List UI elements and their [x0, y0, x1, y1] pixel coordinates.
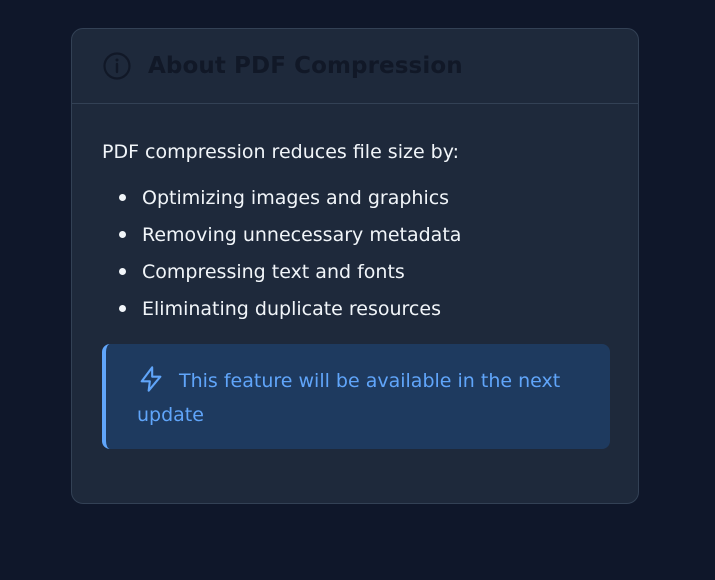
list-item: Eliminating duplicate resources [119, 290, 608, 327]
list-item: Compressing text and fonts [119, 253, 608, 290]
feature-list: Optimizing images and graphics Removing … [102, 179, 608, 327]
bullet-icon [119, 268, 126, 275]
lightning-icon [137, 365, 165, 393]
list-item: Removing unnecessary metadata [119, 216, 608, 253]
feature-label: Optimizing images and graphics [142, 186, 450, 209]
card-body: PDF compression reduces file size by: Op… [72, 104, 638, 449]
card-header: About PDF Compression [72, 29, 638, 104]
bullet-icon [119, 194, 126, 201]
feature-label: Compressing text and fonts [142, 260, 405, 283]
list-item: Optimizing images and graphics [119, 179, 608, 216]
bullet-icon [119, 231, 126, 238]
about-card: About PDF Compression PDF compression re… [71, 28, 639, 504]
bullet-icon [119, 305, 126, 312]
info-icon [102, 51, 132, 81]
card-title: About PDF Compression [148, 53, 463, 79]
feature-label: Eliminating duplicate resources [142, 297, 441, 320]
notice-text: This feature will be available in the ne… [137, 370, 561, 426]
feature-label: Removing unnecessary metadata [142, 223, 462, 246]
intro-text: PDF compression reduces file size by: [102, 141, 460, 163]
coming-soon-notice: This feature will be available in the ne… [102, 344, 610, 449]
